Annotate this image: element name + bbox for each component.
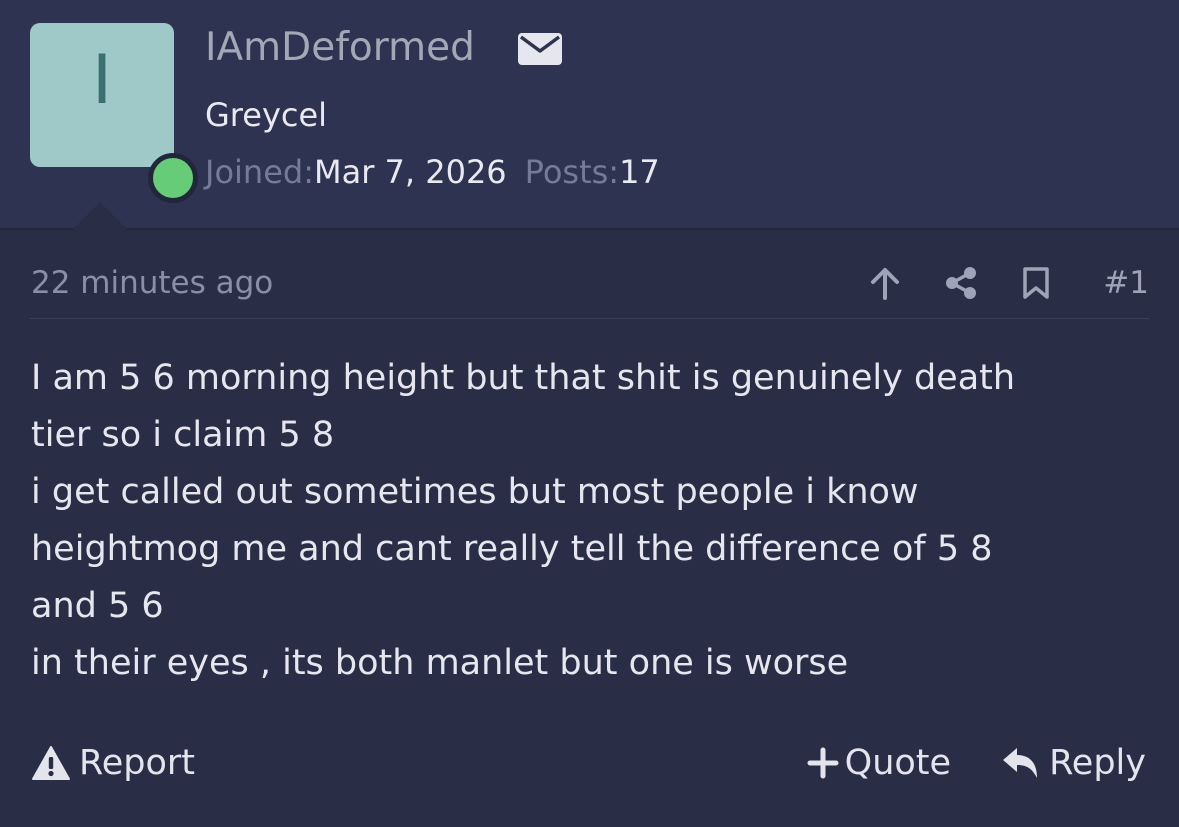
joined-date: Mar 7, 2026 [313, 153, 507, 191]
share-button[interactable] [941, 262, 981, 304]
report-label: Report [79, 743, 196, 783]
bookmark-icon [1023, 267, 1050, 299]
post-body: I am 5 6 morning height but that shit is… [31, 350, 1141, 692]
post-body-line: in their eyes , its both manlet but one … [31, 643, 849, 683]
post-timestamp[interactable]: 22 minutes ago [31, 262, 273, 304]
report-button[interactable]: Report [31, 740, 195, 786]
envelope-icon[interactable] [518, 33, 562, 65]
plus-icon [807, 747, 839, 779]
post-body-line: i get called out sometimes but most peop… [31, 472, 919, 512]
reply-button[interactable]: Reply [1001, 743, 1146, 783]
post-body-line: tier so i claim 5 8 [31, 415, 335, 455]
forum-post: I IAmDeformed Greycel Joined:Mar 7, 2026… [0, 0, 1179, 827]
arrow-up-icon [871, 268, 900, 300]
header-pointer [72, 202, 128, 230]
user-title: Greycel [205, 96, 328, 134]
posts-label: Posts: [524, 153, 620, 191]
quote-button[interactable]: Quote [807, 743, 951, 783]
reply-label: Reply [1049, 743, 1146, 783]
post-body-line: I am 5 6 morning height but that shit is… [31, 358, 1016, 398]
warning-triangle-icon [32, 746, 70, 780]
share-icon [946, 267, 977, 299]
user-stats: Joined:Mar 7, 2026 Posts:17 [205, 151, 660, 193]
quote-label: Quote [844, 743, 952, 783]
avatar[interactable]: I [30, 23, 198, 203]
post-meta-actions: #1 [865, 262, 1149, 304]
online-status-indicator [148, 153, 198, 203]
post-body-line: heightmog me and cant really tell the di… [31, 529, 993, 569]
joined-label: Joined: [205, 153, 314, 191]
username-link[interactable]: IAmDeformed [205, 24, 475, 72]
post-number-link[interactable]: #1 [1103, 262, 1149, 304]
posts-count: 17 [619, 153, 660, 191]
bookmark-button[interactable] [1021, 262, 1051, 304]
post-body-line: and 5 6 [31, 586, 164, 626]
reply-arrow-icon [1003, 748, 1038, 778]
meta-divider [30, 318, 1149, 319]
post-user-header: I IAmDeformed Greycel Joined:Mar 7, 2026… [0, 0, 1179, 230]
upvote-button[interactable] [865, 262, 905, 304]
avatar-initial: I [91, 41, 113, 120]
post-footer-actions: Quote Reply [807, 740, 1146, 786]
